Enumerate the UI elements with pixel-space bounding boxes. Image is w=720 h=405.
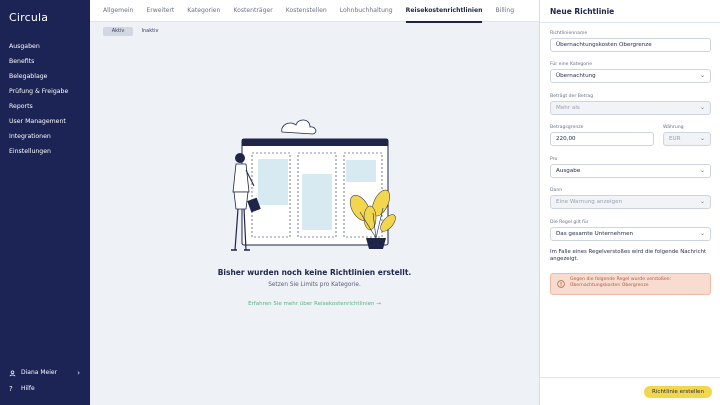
warning-icon [557,280,565,288]
sidebar-item-pruefung-freigabe[interactable]: Prüfung & Freigabe [0,84,90,99]
violation-message-preview: Gegen die folgende Regel wurde verstoßen… [550,273,711,295]
limit-value: 220,00 [556,136,576,142]
then-value: Eine Warnung anzeigen [556,199,623,205]
empty-state-title: Bisher wurden noch keine Richtlinien ers… [217,268,412,277]
sidebar: Circula Ausgaben Benefits Belegablage Pr… [0,0,90,405]
chevron-down-icon: ⌄ [699,72,705,79]
chevron-down-icon: ⌄ [699,135,705,142]
create-policy-button[interactable]: Richtlinie erstellen [644,386,712,398]
chevron-down-icon: ⌄ [699,167,705,174]
tab-kostenstellen[interactable]: Kostenstellen [286,0,327,22]
help-label: Hilfe [21,385,35,392]
empty-state-subtitle: Setzen Sie Limits pro Kategorie. [268,282,361,288]
policy-name-input[interactable]: Übernachtungskosten Obergrenze [550,38,711,52]
chevron-down-icon: ⌄ [699,104,705,111]
per-select[interactable]: Ausgabe ⌄ [550,164,711,178]
panel-title: Neue Richtlinie [550,7,615,16]
sidebar-item-user-management[interactable]: User Management [0,114,90,129]
sidebar-item-integrationen[interactable]: Integrationen [0,129,90,144]
new-policy-panel: Neue Richtlinie Richtlinienname Übernach… [539,0,720,405]
per-label: Pro [550,157,558,162]
applies-to-select[interactable]: Das gesamte Unternehmen ⌄ [550,227,711,241]
filter-inaktiv[interactable]: Inaktiv [135,27,165,36]
tab-allgemein[interactable]: Allgemein [103,0,133,22]
violation-note: Im Falle eines Regelverstoßes wird die f… [550,249,707,262]
chevron-right-icon: › [77,369,80,377]
tab-kostentraeger[interactable]: Kostenträger [233,0,272,22]
filter-aktiv[interactable]: Aktiv [103,27,133,36]
tab-reisekostenrichtlinien[interactable]: Reisekostenrichtlinien [405,0,482,23]
help-link[interactable]: ? Hilfe [0,381,90,397]
tab-kategorien[interactable]: Kategorien [187,0,220,22]
then-select[interactable]: Eine Warnung anzeigen ⌄ [550,195,711,209]
user-name: Diana Meier [21,369,58,376]
category-label: Für eine Kategorie [550,62,593,67]
policy-name-value: Übernachtungskosten Obergrenze [556,42,652,48]
category-select[interactable]: Übernachtung ⌄ [550,69,711,83]
chevron-down-icon: ⌄ [699,198,705,205]
user-icon [9,369,16,376]
chevron-down-icon: ⌄ [699,230,705,237]
limit-input[interactable]: 220,00 [550,132,654,146]
empty-state-illustration [231,119,396,251]
category-value: Übernachtung [556,73,596,79]
applies-to-value: Das gesamte Unternehmen [556,231,634,237]
sidebar-item-einstellungen[interactable]: Einstellungen [0,144,90,159]
settings-tabs-bar: Allgemein Erweitert Kategorien Kostenträ… [90,0,539,23]
sidebar-item-ausgaben[interactable]: Ausgaben [0,39,90,54]
tab-erweitert[interactable]: Erweitert [146,0,174,22]
brand-logo: Circula [9,11,49,24]
sidebar-bottom: Diana Meier › ? Hilfe [0,365,90,397]
sidebar-item-reports[interactable]: Reports [0,99,90,114]
amount-condition-select[interactable]: Mehr als ⌄ [550,101,711,115]
tab-lohnbuchhaltung[interactable]: Lohnbuchhaltung [340,0,393,22]
amount-condition-label: Beträgt der Betrag [550,94,594,99]
user-menu[interactable]: Diana Meier › [0,365,90,381]
sidebar-item-belegablage[interactable]: Belegablage [0,69,90,84]
currency-select[interactable]: EUR ⌄ [663,132,711,146]
help-icon: ? [9,384,13,393]
learn-more-link[interactable]: Erfahren Sie mehr über Reisekostenrichtl… [90,301,539,307]
panel-divider [540,22,720,23]
sidebar-item-benefits[interactable]: Benefits [0,54,90,69]
limit-label: Betragsgrenze [550,125,584,130]
sidebar-nav: Ausgaben Benefits Belegablage Prüfung & … [0,39,90,159]
settings-tabs: Allgemein Erweitert Kategorien Kostenträ… [103,0,527,23]
currency-label: Währung [663,125,684,130]
currency-value: EUR [669,136,681,142]
per-value: Ausgabe [556,168,581,174]
status-filter: Aktiv Inaktiv [103,27,165,36]
violation-message-text: Gegen die folgende Regel wurde verstoßen… [570,277,672,288]
amount-condition-value: Mehr als [556,105,580,111]
panel-footer-divider [540,377,720,378]
then-label: Dann [550,188,563,193]
applies-to-label: Die Regel gilt für [550,220,589,225]
tab-billing[interactable]: Billing [495,0,514,22]
policy-name-label: Richtlinienname [550,31,588,36]
